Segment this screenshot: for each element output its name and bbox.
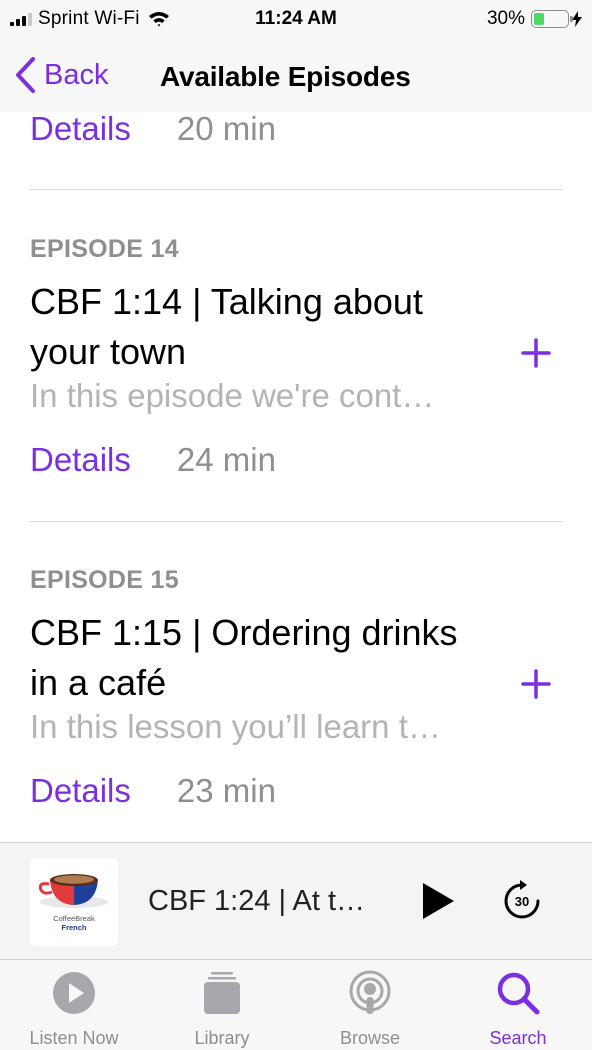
podcast-icon: [349, 970, 391, 1014]
episode-meta: Details 24 min: [30, 441, 276, 479]
back-button[interactable]: Back: [14, 56, 108, 94]
episode-description: In this episode we're cont…: [30, 377, 435, 414]
play-button[interactable]: [420, 881, 456, 921]
play-icon: [423, 883, 454, 919]
skip-forward-30-icon: 30: [504, 880, 540, 919]
search-icon: [497, 972, 540, 1015]
status-bar: Sprint Wi-Fi 11:24 AM 30%: [0, 0, 592, 40]
artwork-brand: CoffeeBreak: [53, 914, 95, 923]
charging-bolt-icon: [572, 11, 582, 27]
episode-title[interactable]: CBF 1:14 | Talking about your town: [30, 277, 490, 377]
skip-seconds-label: 30: [515, 894, 529, 909]
tab-library[interactable]: Library: [148, 960, 296, 1050]
details-link[interactable]: Details: [30, 110, 131, 148]
add-episode-button[interactable]: [520, 337, 552, 369]
details-link[interactable]: Details: [30, 772, 131, 810]
episode-duration: 24 min: [176, 441, 276, 478]
tab-listen-now[interactable]: Listen Now: [0, 960, 148, 1050]
screen: Details 20 min EPISODE 14 CBF 1:14 | Tal…: [0, 0, 592, 1050]
episode-duration: 20 min: [176, 110, 276, 147]
add-episode-button[interactable]: [520, 668, 552, 700]
tab-bar: Listen Now Library Browse Search: [0, 959, 592, 1050]
battery-fill: [534, 13, 544, 25]
library-icon: [204, 972, 240, 1014]
page-title: Available Episodes: [160, 61, 411, 92]
battery-icon: [531, 10, 573, 28]
tab-search[interactable]: Search: [444, 960, 592, 1050]
skip-forward-button[interactable]: 30: [500, 879, 544, 923]
battery-percent: 30%: [486, 8, 525, 29]
status-right: 30%: [487, 8, 582, 30]
back-label: Back: [44, 58, 109, 91]
episode-list[interactable]: Details 20 min EPISODE 14 CBF 1:14 | Tal…: [0, 0, 592, 842]
mini-player[interactable]: CoffeeBreak French CBF 1:24 | At t… 30: [0, 842, 592, 959]
list-item: Details 20 min: [30, 110, 562, 190]
episode-number: EPISODE 15: [30, 566, 179, 594]
navigation-bar: Back Available Episodes: [0, 40, 592, 112]
artwork-language: French: [61, 923, 87, 932]
play-circle-icon: [53, 972, 95, 1014]
tab-browse[interactable]: Browse: [296, 960, 444, 1050]
list-item: EPISODE 14 CBF 1:14 | Talking about your…: [30, 191, 562, 522]
episode-title[interactable]: CBF 1:15 | Ordering drinks in a café: [30, 608, 490, 708]
episode-meta: Details 20 min: [30, 110, 276, 148]
details-link[interactable]: Details: [30, 441, 131, 479]
plus-icon: [521, 338, 551, 368]
coffee-cup-logo: [38, 874, 108, 908]
episode-duration: 23 min: [176, 772, 276, 809]
now-playing-title[interactable]: CBF 1:24 | At t…: [148, 885, 365, 918]
tab-label: Listen Now: [29, 1028, 119, 1048]
episode-number: EPISODE 14: [30, 235, 179, 263]
episode-meta: Details 23 min: [30, 772, 276, 810]
podcast-artwork[interactable]: CoffeeBreak French: [30, 858, 118, 946]
episode-description: In this lesson you’ll learn t…: [30, 708, 441, 745]
chevron-left-icon: [16, 57, 35, 93]
tab-label: Browse: [339, 1028, 401, 1048]
plus-icon: [521, 669, 551, 699]
list-item: EPISODE 15 CBF 1:15 | Ordering drinks in…: [30, 522, 562, 842]
tab-label: Search: [489, 1028, 547, 1048]
tab-label: Library: [194, 1028, 250, 1048]
